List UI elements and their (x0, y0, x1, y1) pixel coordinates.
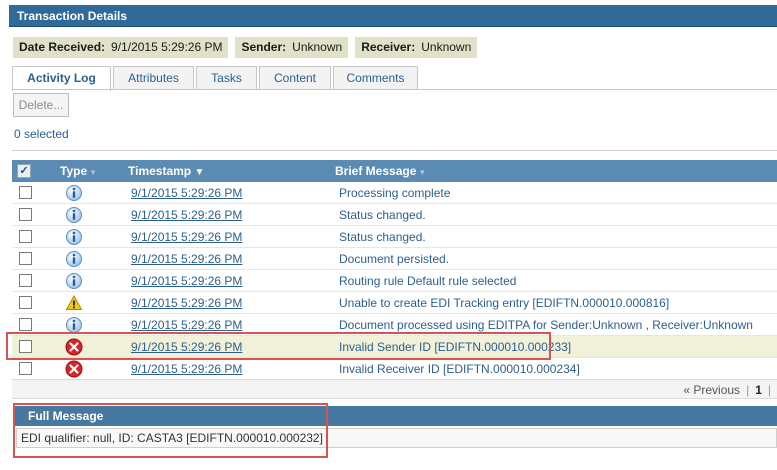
pager-bar: « Previous | 1 | (12, 379, 777, 399)
sort-hint-icon: ▼ (418, 168, 427, 177)
row-brief-message: Document persisted. (339, 252, 450, 266)
row-timestamp-link[interactable]: 9/1/2015 5:29:26 PM (131, 182, 242, 204)
row-brief-message: Routing rule Default rule selected (339, 274, 517, 288)
sender-label: Sender: (241, 40, 287, 54)
table-row[interactable]: 9/1/2015 5:29:26 PM Routing rule Default … (12, 270, 777, 292)
tab-activity-log[interactable]: Activity Log (12, 66, 111, 91)
row-checkbox[interactable] (19, 230, 32, 243)
tab-content[interactable]: Content (259, 66, 331, 90)
pager: « Previous | 1 | (683, 380, 777, 400)
receiver-value: Unknown (421, 40, 472, 54)
current-page-number[interactable]: 1 (755, 383, 762, 397)
info-icon (65, 250, 83, 268)
info-icon (65, 272, 83, 290)
column-timestamp-label: Timestamp (128, 164, 192, 178)
receiver-label: Receiver: (361, 40, 416, 54)
date-received-label: Date Received: (19, 40, 106, 54)
row-checkbox[interactable] (19, 362, 32, 375)
table-row[interactable]: 9/1/2015 5:29:26 PM Document persisted. (12, 248, 777, 270)
column-message-label: Brief Message (335, 164, 417, 178)
highlight-box-selected-row (6, 332, 551, 360)
row-brief-message: Invalid Receiver ID [EDIFTN.000010.00023… (339, 362, 580, 376)
column-header-timestamp[interactable]: Timestamp ▼ (128, 160, 204, 182)
row-timestamp-link[interactable]: 9/1/2015 5:29:26 PM (131, 358, 242, 380)
info-icon (65, 184, 83, 202)
date-received-value: 9/1/2015 5:29:26 PM (111, 40, 223, 54)
selected-count: 0 selected (14, 127, 69, 141)
error-icon (65, 360, 83, 378)
info-icon (65, 228, 83, 246)
row-timestamp-link[interactable]: 9/1/2015 5:29:26 PM (131, 204, 242, 226)
column-header-message[interactable]: Brief Message ▼ (335, 160, 426, 182)
sort-desc-icon: ▼ (194, 167, 205, 178)
select-all-checkbox[interactable]: ✓ (17, 164, 31, 178)
sender-value: Unknown (292, 40, 343, 54)
sender-chip: Sender: Unknown (235, 37, 349, 58)
row-checkbox[interactable] (19, 296, 32, 309)
table-row[interactable]: 9/1/2015 5:29:26 PM Invalid Receiver ID [… (12, 358, 777, 380)
row-brief-message: Status changed. (339, 230, 426, 244)
table-row[interactable]: 9/1/2015 5:29:26 PM Status changed. (12, 204, 777, 226)
panel-title: Transaction Details (9, 5, 777, 27)
row-checkbox[interactable] (19, 318, 32, 331)
tab-divider (12, 89, 777, 90)
table-row[interactable]: 9/1/2015 5:29:26 PM Unable to create EDI … (12, 292, 777, 314)
tab-bar: Activity Log Attributes Tasks Content Co… (12, 66, 420, 91)
divider (12, 150, 777, 151)
row-brief-message: Processing complete (339, 186, 451, 200)
row-checkbox[interactable] (19, 208, 32, 221)
pager-separator: | (746, 383, 750, 397)
row-timestamp-link[interactable]: 9/1/2015 5:29:26 PM (131, 292, 242, 314)
row-timestamp-link[interactable]: 9/1/2015 5:29:26 PM (131, 226, 242, 248)
grid-header: ✓ Type ▼ Timestamp ▼ Brief Message ▼ (12, 160, 777, 182)
delete-button[interactable]: Delete... (13, 93, 69, 117)
previous-page-link[interactable]: « Previous (683, 383, 740, 397)
row-timestamp-link[interactable]: 9/1/2015 5:29:26 PM (131, 248, 242, 270)
tab-attributes[interactable]: Attributes (113, 66, 194, 90)
highlight-box-full-message (13, 403, 328, 458)
warning-icon (65, 294, 83, 312)
row-brief-message: Status changed. (339, 208, 426, 222)
sort-hint-icon: ▼ (89, 168, 98, 177)
row-checkbox[interactable] (19, 274, 32, 287)
row-brief-message: Unable to create EDI Tracking entry [EDI… (339, 296, 670, 310)
tab-tasks[interactable]: Tasks (196, 66, 257, 90)
row-checkbox[interactable] (19, 186, 32, 199)
date-received-chip: Date Received: 9/1/2015 5:29:26 PM (13, 37, 229, 58)
table-row[interactable]: 9/1/2015 5:29:26 PM Status changed. (12, 226, 777, 248)
transaction-meta: Date Received: 9/1/2015 5:29:26 PM Sender… (13, 37, 478, 58)
row-checkbox[interactable] (19, 252, 32, 265)
info-icon (65, 206, 83, 224)
pager-separator: | (767, 383, 771, 397)
column-type-label: Type (60, 164, 88, 178)
row-timestamp-link[interactable]: 9/1/2015 5:29:26 PM (131, 270, 242, 292)
receiver-chip: Receiver: Unknown (355, 37, 478, 58)
column-header-type[interactable]: Type ▼ (60, 160, 97, 182)
tab-comments[interactable]: Comments (333, 66, 418, 90)
table-row[interactable]: 9/1/2015 5:29:26 PM Processing complete (12, 182, 777, 204)
